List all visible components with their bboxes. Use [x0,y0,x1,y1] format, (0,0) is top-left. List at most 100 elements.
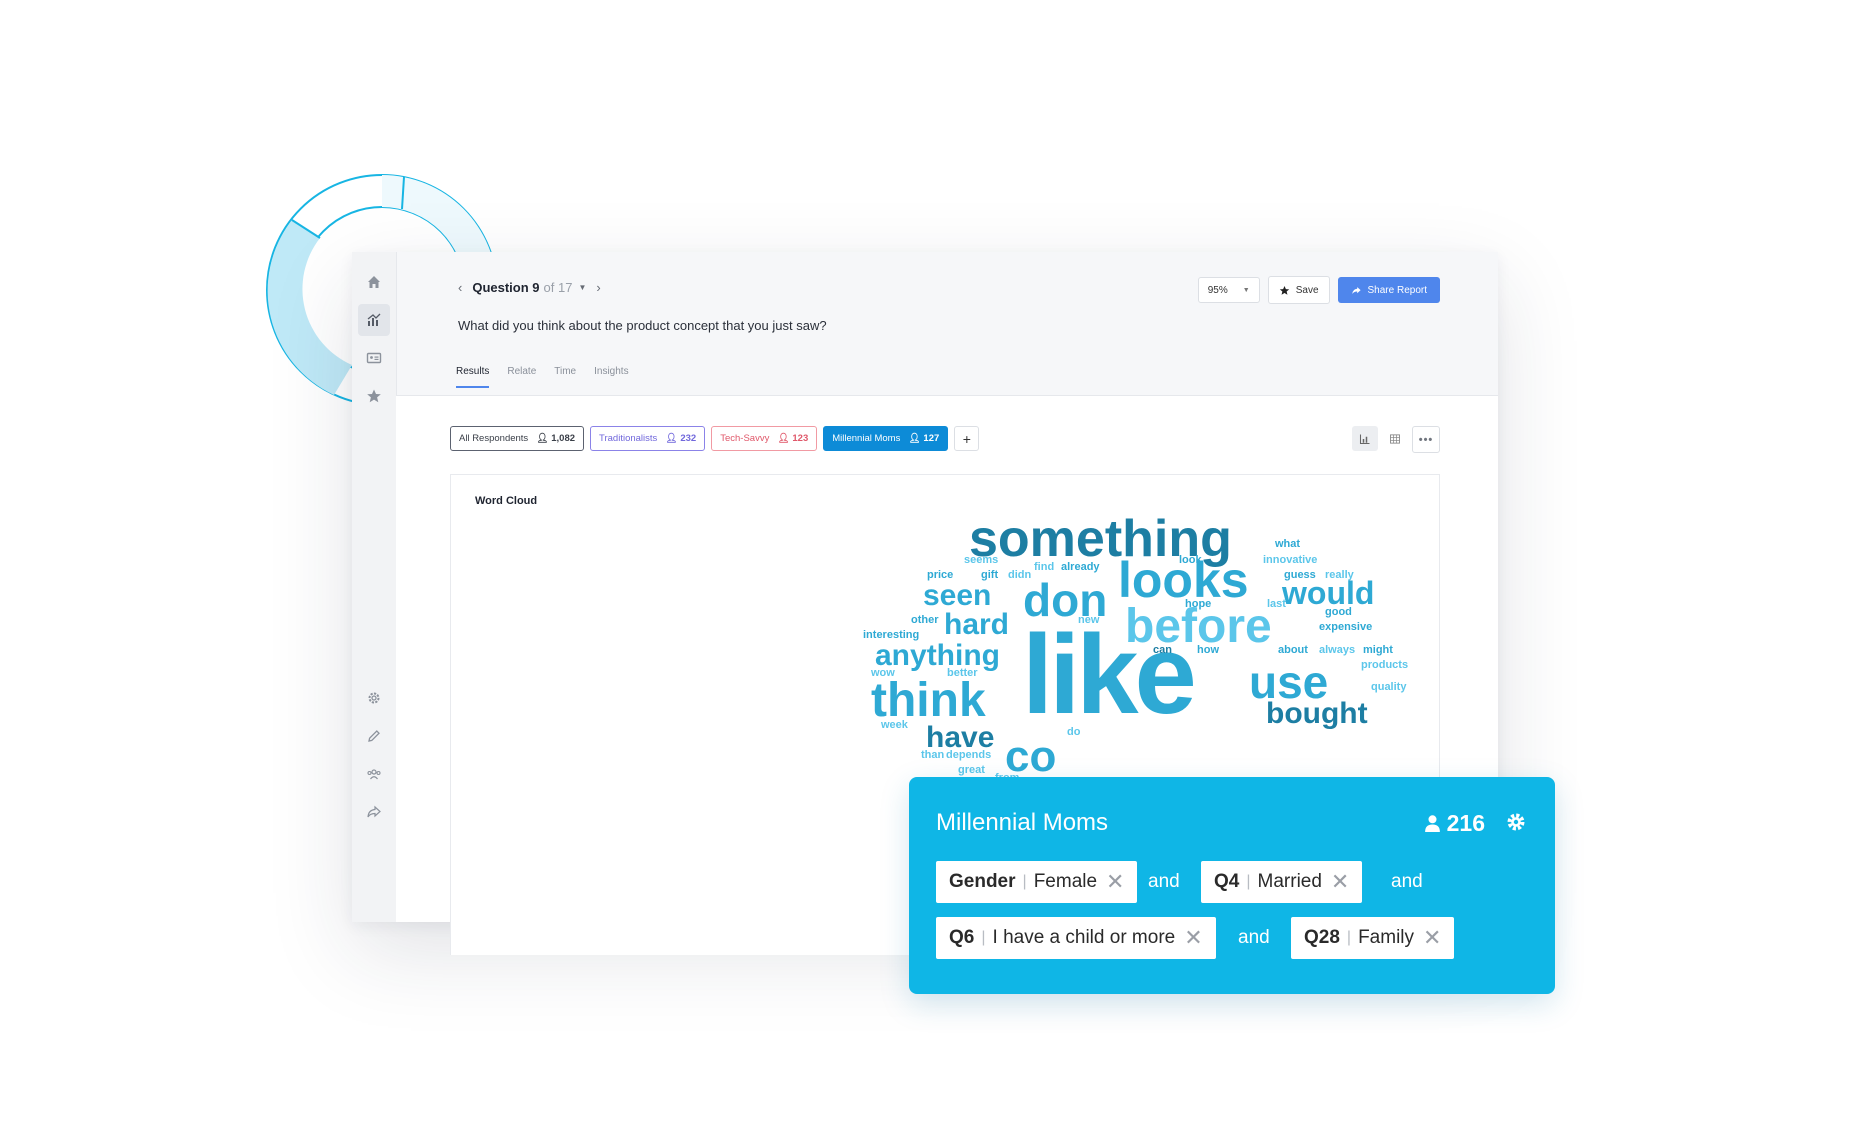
id-card-icon[interactable] [358,342,390,374]
word-cloud-word: about [1278,644,1308,656]
save-label: Save [1295,284,1319,296]
segment-count: 232 [680,433,697,444]
word-cloud-word: wow [871,667,895,679]
star-icon [1279,285,1289,295]
chip-separator: | [1346,929,1352,946]
share-icon [1351,286,1361,294]
chip-key: Q6 [949,927,975,948]
gear-icon[interactable] [1505,811,1527,833]
chevron-down-icon: ▼ [1242,286,1250,294]
add-segment-button[interactable]: + [954,426,980,451]
view-toggle: ••• [1352,426,1440,453]
chip-separator: | [1246,873,1251,890]
word-cloud-word: than [921,749,945,761]
segment-traditionalists[interactable]: Traditionalists 👤︎ 232 [590,426,706,451]
chip-value: Family [1358,927,1415,948]
word-cloud-word: seen [923,579,992,612]
word-cloud-word: expensive [1319,621,1373,633]
settings-icon[interactable] [358,682,390,714]
word-cloud-word: how [1197,644,1219,656]
segment-all-respondents[interactable]: All Respondents 👤︎ 1,082 [450,426,585,451]
word-cloud-word: hope [1185,598,1212,610]
share-report-button[interactable]: Share Report [1337,277,1440,303]
chip-value: I have a child or more [992,927,1176,948]
word-cloud-word: might [1363,644,1393,656]
close-icon[interactable]: ✕ [1106,871,1124,893]
question-label: Question 9 [472,280,540,295]
word-cloud-word: would [1282,575,1375,611]
chevron-right-icon[interactable]: › [596,280,600,295]
word-cloud-word: week [881,719,908,731]
word-cloud-word: find [1034,561,1055,573]
segment-count: 123 [792,433,809,444]
star-icon[interactable] [358,380,390,412]
confidence-value: 95% [1207,284,1228,296]
word-cloud-word: products [1361,659,1409,671]
chart-view-icon[interactable] [1352,426,1378,451]
share-icon[interactable] [358,796,390,828]
chevron-left-icon[interactable]: ‹ [458,280,462,295]
question-nav: ‹ Question 9 of 17 ▼ › [458,280,601,295]
segment-count: 1,082 [551,433,576,444]
filter-chip-q4[interactable]: Q4 | Married ✕ [1201,861,1363,903]
word-cloud-word: think [871,674,986,727]
table-view-icon[interactable] [1382,426,1408,451]
filter-chip-q6[interactable]: Q6 | I have a child or more ✕ [936,917,1216,959]
person-icon: 👤︎ [777,433,790,444]
word-cloud-word: innovative [1263,554,1318,566]
word-cloud-word: guess [1284,569,1316,581]
word-cloud-word: look [1179,554,1202,566]
question-of: of 17 [543,280,573,295]
save-button[interactable]: Save [1267,276,1330,304]
filter-chip-gender[interactable]: Gender | Female ✕ [936,861,1138,903]
and-label: and [1391,871,1423,892]
confidence-select[interactable]: 95% ▼ [1197,277,1260,303]
word-cloud-word: really [1325,569,1354,581]
tab-results[interactable]: Results [456,366,490,388]
tab-relate[interactable]: Relate [507,366,536,388]
word-cloud-word: great [958,764,985,776]
segment-millennial-moms[interactable]: Millennial Moms 👤︎ 127 [823,426,949,451]
word-cloud-word: new [1078,614,1100,626]
and-label: and [1238,927,1270,948]
word-cloud-word: hard [944,608,1010,641]
close-icon[interactable]: ✕ [1423,927,1441,949]
person-icon [1424,815,1440,832]
person-icon: 👤︎ [665,433,678,444]
word-cloud-word: price [927,569,954,581]
word-cloud-word: good [1325,606,1352,618]
segment-label: Traditionalists [599,433,658,444]
chip-key: Q4 [1214,871,1240,892]
segment-label: Millennial Moms [832,433,901,444]
pencil-icon[interactable] [358,720,390,752]
word-cloud-word: already [1061,561,1100,573]
toolbar: 95% ▼ Save Share Report [1197,276,1440,304]
segment-label: Tech-Savvy [720,433,770,444]
word-cloud-word: do [1067,726,1081,738]
word-cloud-word: quality [1371,681,1407,693]
segment-tech-savvy[interactable]: Tech-Savvy 👤︎ 123 [711,426,818,451]
chevron-down-icon[interactable]: ▼ [578,283,586,292]
home-icon[interactable] [358,266,390,298]
chip-value: Female [1033,871,1098,892]
chip-key: Q28 [1304,927,1340,948]
close-icon[interactable]: ✕ [1184,927,1202,949]
chart-icon[interactable] [358,304,390,336]
more-options-icon[interactable]: ••• [1412,426,1440,453]
and-label: and [1148,871,1180,892]
word-cloud-word: what [1275,538,1301,550]
sidebar [352,252,397,922]
share-label: Share Report [1367,284,1427,296]
chip-value: Married [1257,871,1322,892]
person-icon: 👤︎ [536,433,549,444]
person-icon: 👤︎ [908,433,921,444]
word-cloud-word: interesting [863,629,920,641]
word-cloud-word: other [911,614,939,626]
tab-insights[interactable]: Insights [594,366,628,388]
tab-time[interactable]: Time [554,366,576,388]
filter-chip-q28[interactable]: Q28 | Family ✕ [1291,917,1455,959]
chip-separator: | [1022,873,1027,890]
segment-filter-popup: Millennial Moms 216 Gender | Female ✕ and Q… [909,777,1555,994]
close-icon[interactable]: ✕ [1331,871,1349,893]
team-icon[interactable] [358,758,390,790]
